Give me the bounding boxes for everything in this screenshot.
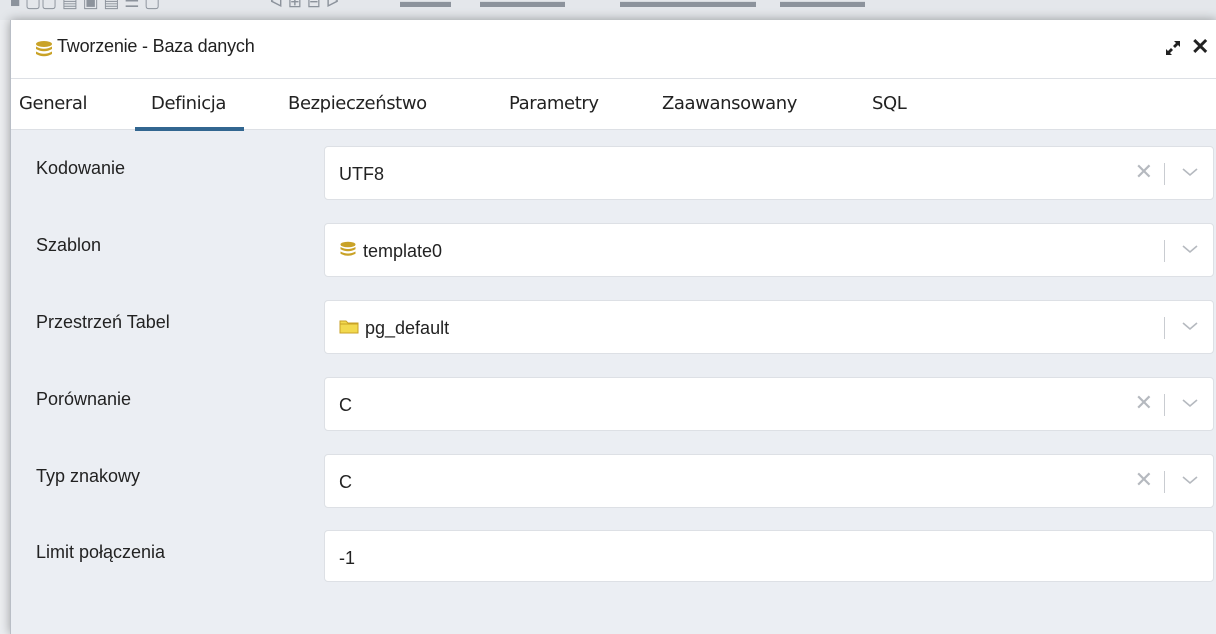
field-value: C <box>339 395 352 415</box>
form-row-limit-polaczenia: Limit połączenia -1 <box>11 530 1216 590</box>
tab-definicja[interactable]: Definicja <box>134 93 245 131</box>
form-row-szablon: Szablon template0 <box>11 223 1216 283</box>
expand-icon[interactable] <box>1163 38 1183 63</box>
field-value: template0 <box>339 241 442 262</box>
clear-icon[interactable]: ✕ <box>1135 159 1153 185</box>
chevron-down-icon[interactable] <box>1181 165 1199 183</box>
chevron-down-icon[interactable] <box>1181 319 1199 337</box>
tab-general[interactable]: General <box>19 93 88 114</box>
divider <box>1164 471 1165 493</box>
encoding-select[interactable]: UTF8 ✕ <box>324 146 1214 200</box>
tablespace-select[interactable]: pg_default <box>324 300 1214 354</box>
clear-icon[interactable]: ✕ <box>1135 467 1153 493</box>
field-value: -1 <box>339 548 356 568</box>
tab-bar: General Definicja Bezpieczeństwo Paramet… <box>11 79 1216 131</box>
tab-sql[interactable]: SQL <box>872 93 907 114</box>
field-label: Typ znakowy <box>36 466 141 486</box>
tab-zaawansowany[interactable]: Zaawansowany <box>662 93 797 114</box>
field-value: UTF8 <box>339 164 384 184</box>
folder-icon <box>339 318 359 339</box>
field-value: pg_default <box>339 318 449 339</box>
chevron-down-icon[interactable] <box>1181 396 1199 414</box>
field-label: Limit połączenia <box>36 542 166 562</box>
connection-limit-input[interactable]: -1 <box>324 530 1214 582</box>
close-icon[interactable]: ✕ <box>1191 36 1209 58</box>
dialog-title: Tworzenie - Baza danych <box>57 36 255 56</box>
form-row-kodowanie: Kodowanie UTF8 ✕ <box>11 146 1216 206</box>
dialog-titlebar: Tworzenie - Baza danych ✕ <box>11 20 1216 79</box>
divider <box>1164 240 1165 262</box>
divider <box>1164 163 1165 185</box>
collation-select[interactable]: C ✕ <box>324 377 1214 431</box>
template-select[interactable]: template0 <box>324 223 1214 277</box>
database-icon <box>35 40 53 63</box>
chevron-down-icon[interactable] <box>1181 242 1199 260</box>
chevron-down-icon[interactable] <box>1181 473 1199 491</box>
field-value-text: pg_default <box>365 318 450 338</box>
form-row-przestrzen-tabel: Przestrzeń Tabel pg_default <box>11 300 1216 360</box>
field-value-text: template0 <box>363 241 443 261</box>
background-window-strip: ■ ▢▢ ▤ ▣ ▤ ☰ ▢ ᐊ ⊞ ⊟ ᐅ ▬▬▬ ▬▬▬▬▬ ▬▬▬▬▬▬▬… <box>0 0 1216 20</box>
divider <box>1164 394 1165 416</box>
tab-bezpieczenstwo[interactable]: Bezpieczeństwo <box>288 93 427 114</box>
field-label: Szablon <box>36 235 102 255</box>
tab-parametry[interactable]: Parametry <box>509 93 599 114</box>
create-database-dialog: Tworzenie - Baza danych ✕ General Defini… <box>10 20 1216 634</box>
divider <box>1164 317 1165 339</box>
form-row-typ-znakowy: Typ znakowy C ✕ <box>11 454 1216 514</box>
field-label: Kodowanie <box>36 158 126 178</box>
field-label: Przestrzeń Tabel <box>36 312 170 332</box>
field-label: Porównanie <box>36 389 132 409</box>
form-row-porownanie: Porównanie C ✕ <box>11 377 1216 437</box>
database-icon <box>339 241 357 262</box>
ctype-select[interactable]: C ✕ <box>324 454 1214 508</box>
field-value: C <box>339 472 352 492</box>
clear-icon[interactable]: ✕ <box>1135 390 1153 416</box>
